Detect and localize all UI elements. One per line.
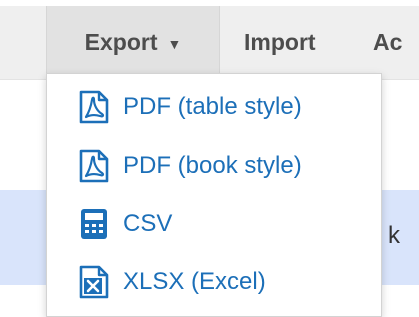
- export-button-label: Export: [84, 29, 158, 55]
- excel-icon: [77, 265, 111, 299]
- menu-item-csv[interactable]: CSV: [47, 196, 381, 252]
- toolbar: e Export ▼ Import Ac: [0, 6, 419, 80]
- menu-item-xlsx-excel[interactable]: XLSX (Excel): [47, 254, 381, 310]
- menu-item-label: CSV: [123, 210, 173, 237]
- menu-item-label: XLSX (Excel): [123, 268, 266, 295]
- pdf-icon: [77, 90, 111, 124]
- table-row-text: k: [388, 222, 400, 249]
- chevron-down-icon: ▼: [167, 35, 182, 52]
- import-button-label: Import: [244, 29, 316, 55]
- toolbar-next-label: Ac: [373, 29, 403, 55]
- pdf-icon: [77, 149, 111, 183]
- csv-calculator-icon: [77, 207, 111, 241]
- menu-item-label: PDF (table style): [123, 93, 302, 120]
- export-screen: e Export ▼ Import Ac k PDF (table style): [0, 0, 419, 317]
- export-button[interactable]: Export ▼: [46, 6, 220, 79]
- menu-item-label: PDF (book style): [123, 152, 302, 179]
- import-button[interactable]: Import: [244, 6, 316, 79]
- export-dropdown-menu: PDF (table style) PDF (book style) CSV X…: [46, 73, 382, 317]
- menu-item-pdf-table-style[interactable]: PDF (table style): [47, 79, 381, 135]
- toolbar-next-button[interactable]: Ac: [373, 6, 402, 79]
- menu-item-pdf-book-style[interactable]: PDF (book style): [47, 138, 381, 194]
